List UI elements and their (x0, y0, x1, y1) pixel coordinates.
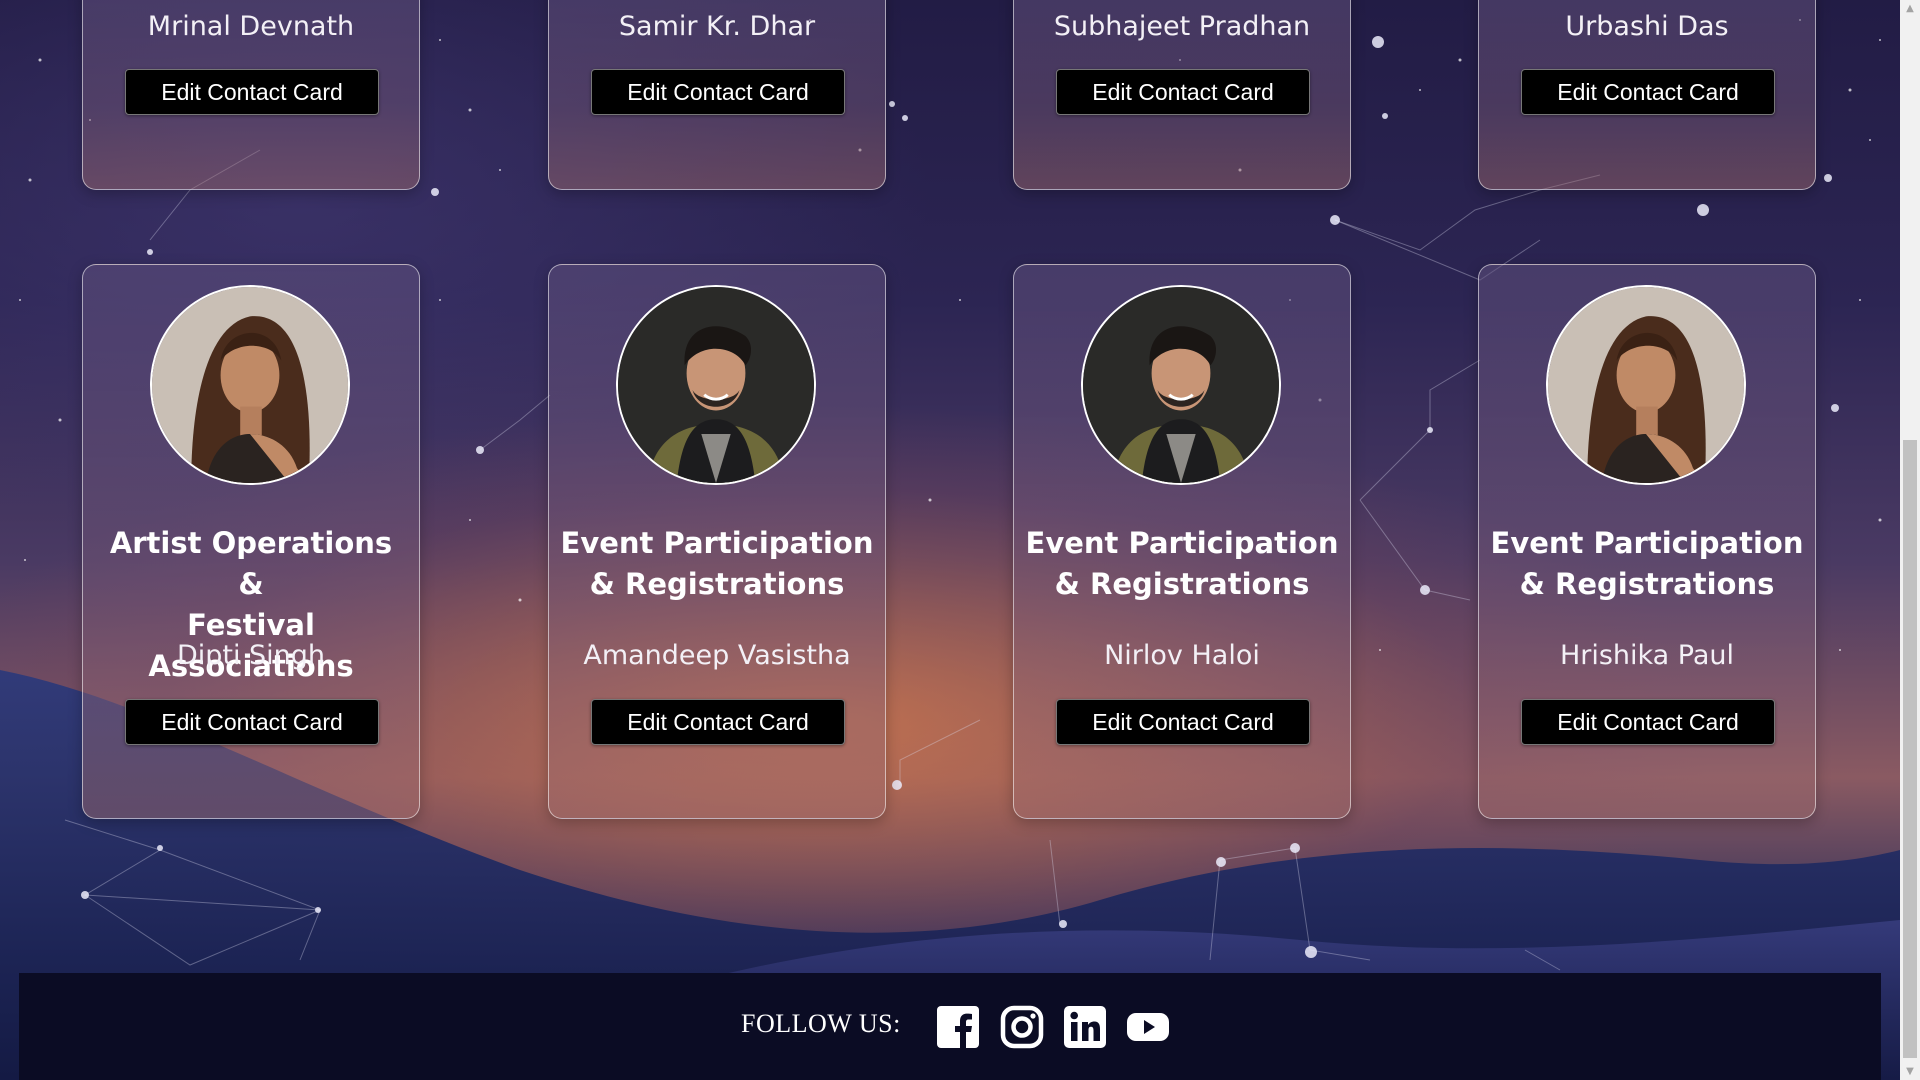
contact-card: Event Participation & Registrations Aman… (548, 264, 886, 819)
role-line: & Registrations (589, 567, 845, 601)
edit-contact-card-button[interactable]: Edit Contact Card (125, 699, 379, 745)
contact-name: Hrishika Paul (1559, 640, 1735, 671)
contact-name: Urbashi Das (1565, 11, 1729, 42)
follow-us-label: FOLLOW US: (741, 1009, 901, 1038)
contact-name: Amandeep Vasistha (583, 640, 851, 671)
contact-name: Subhajeet Pradhan (1053, 11, 1311, 42)
role-line: Artist Operations & (109, 526, 393, 601)
woman-portrait-icon (1548, 287, 1744, 483)
avatar (1081, 285, 1281, 485)
scrollbar-thumb[interactable] (1903, 440, 1917, 1058)
footer: FOLLOW US: (19, 973, 1881, 1080)
avatar (1546, 285, 1746, 485)
facebook-icon[interactable] (936, 1005, 980, 1049)
scroll-down-arrow-icon[interactable]: ▼ (1900, 1063, 1920, 1080)
contact-name: Dipti Singh (176, 640, 326, 671)
contact-name: Mrinal Devnath (147, 11, 355, 42)
role-line: Event Participation (560, 526, 874, 560)
edit-contact-card-button[interactable]: Edit Contact Card (1521, 699, 1775, 745)
role-line: & Registrations (1519, 567, 1775, 601)
scroll-up-arrow-icon[interactable]: ▲ (1900, 0, 1920, 17)
avatar (150, 285, 350, 485)
role-line: Event Participation (1025, 526, 1339, 560)
man-portrait-icon (618, 287, 814, 483)
edit-contact-card-button[interactable]: Edit Contact Card (125, 69, 379, 115)
edit-contact-card-button[interactable]: Edit Contact Card (591, 69, 845, 115)
contact-card: Event Participation & Registrations Hris… (1478, 264, 1816, 819)
man-portrait-icon (1083, 287, 1279, 483)
woman-portrait-icon (152, 287, 348, 483)
edit-contact-card-button[interactable]: Edit Contact Card (1056, 699, 1310, 745)
contact-card: Mrinal Devnath Edit Contact Card (82, 0, 420, 190)
edit-contact-card-button[interactable]: Edit Contact Card (1056, 69, 1310, 115)
contact-card: Event Participation & Registrations Nirl… (1013, 264, 1351, 819)
linkedin-icon[interactable] (1063, 1005, 1107, 1049)
contact-role: Event Participation & Registrations (1489, 523, 1805, 605)
avatar (616, 285, 816, 485)
contact-role: Event Participation & Registrations (559, 523, 875, 605)
instagram-icon[interactable] (1000, 1005, 1044, 1049)
contact-card: Urbashi Das Edit Contact Card (1478, 0, 1816, 190)
edit-contact-card-button[interactable]: Edit Contact Card (1521, 69, 1775, 115)
contact-name: Samir Kr. Dhar (618, 11, 816, 42)
youtube-icon[interactable] (1126, 1005, 1170, 1049)
contact-name: Nirlov Haloi (1104, 640, 1260, 671)
contact-card: Samir Kr. Dhar Edit Contact Card (548, 0, 886, 190)
contact-role: Event Participation & Registrations (1024, 523, 1340, 605)
vertical-scrollbar[interactable]: ▲ ▼ (1900, 0, 1920, 1080)
contact-card: Artist Operations & Festival Association… (82, 264, 420, 819)
contact-card: Subhajeet Pradhan Edit Contact Card (1013, 0, 1351, 190)
edit-contact-card-button[interactable]: Edit Contact Card (591, 699, 845, 745)
role-line: & Registrations (1054, 567, 1310, 601)
role-line: Event Participation (1490, 526, 1804, 560)
